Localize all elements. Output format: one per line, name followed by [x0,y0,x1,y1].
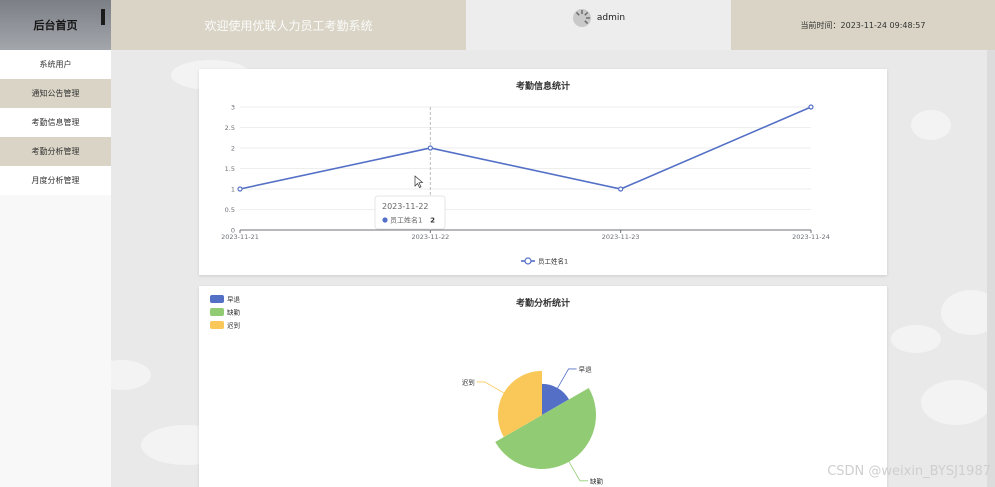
legend-label: 迟到 [227,322,240,330]
data-point [427,145,433,151]
y-tick-label: 3 [231,104,235,112]
sidebar-item-monthly-analysis[interactable]: 月度分析管理 [0,166,111,195]
legend-swatch [210,321,224,329]
time-value: 2023-11-24 09:48:57 [840,20,926,30]
y-tick-label: 0.5 [225,206,235,214]
y-tick-label: 2 [231,145,235,153]
legend-swatch [210,308,224,316]
time-label: 当前时间： [800,20,841,30]
bg-bubble [111,360,151,390]
legend-label: 员工姓名1 [538,257,568,266]
home-link[interactable]: 后台首页 [0,0,111,50]
sidebar-item-label: 通知公告管理 [31,89,80,98]
sidebar-item-label: 考勤信息管理 [31,118,80,127]
x-tick-label: 2023-11-22 [411,233,449,241]
welcome-text: 欢迎使用优联人力员工考勤系统 [204,18,373,33]
slice-label: 缺勤 [590,476,604,485]
brand-title: 后台首页 [33,19,78,32]
data-point [237,186,243,192]
sidebar-item-label: 考勤分析管理 [31,147,80,156]
bg-bubble [921,380,991,425]
welcome-banner: 欢迎使用优联人力员工考勤系统 [111,0,466,50]
tooltip-value: 2 [430,217,435,225]
line-chart[interactable]: 00.511.522.532023-11-21 2023-11-22 2023-11… [199,69,887,275]
slice-label: 早退 [579,364,593,373]
clock: 当前时间： 2023-11-24 09:48:57 [731,0,995,50]
data-point [808,104,814,110]
sidebar-item-attendance-info[interactable]: 考勤信息管理 [0,108,111,137]
legend-label: 早退 [227,295,241,304]
x-tick-label: 2023-11-24 [792,233,830,241]
sidebar-item-label: 月度分析管理 [31,176,80,185]
legend-swatch [210,295,224,303]
data-point [618,186,624,192]
tooltip: 2023-11-22 员工姓名1 2 [374,195,446,230]
y-tick-label: 1.5 [225,165,235,173]
sidebar-item-label: 系统用户 [39,60,72,69]
pie-chart[interactable]: 早退缺勤迟到早退缺勤迟到 [199,286,887,487]
scrollbar[interactable] [987,50,995,487]
slice-label: 迟到 [462,378,475,386]
bg-bubble [911,110,951,140]
sidebar-item-notice[interactable]: 通知公告管理 [0,79,111,108]
legend-label: 缺勤 [227,308,241,317]
bg-bubble [891,325,941,353]
sidebar: 系统用户 通知公告管理 考勤信息管理 考勤分析管理 月度分析管理 [0,50,111,487]
label-line [476,381,508,396]
x-tick-label: 2023-11-23 [602,233,640,241]
sidebar-item-system-users[interactable]: 系统用户 [0,50,111,79]
username: admin [596,13,626,23]
label-line [555,368,577,391]
avatar-icon [572,9,591,27]
tooltip-date: 2023-11-22 [382,202,429,211]
tooltip-series: 员工姓名1 [390,216,422,225]
tooltip-marker [382,217,388,223]
x-tick-label: 2023-11-21 [221,233,259,241]
watermark: CSDN @weixin_BYSJ1987 [827,464,991,479]
mouse-cursor-icon [414,175,424,188]
sidebar-toggle[interactable] [101,9,105,25]
y-tick-label: 2.5 [225,124,235,132]
attendance-analysis-card: 考勤分析统计 早退 缺勤 迟到 早退 缺勤 迟到 [199,286,887,487]
sidebar-item-attendance-analysis[interactable]: 考勤分析管理 [0,137,111,166]
legend-marker [524,257,532,265]
y-tick-label: 1 [231,186,235,194]
attendance-info-card: 考勤信息统计 0 0.5 1 1.5 2 2.5 3 2023-11-21 2023-11-22… [199,69,887,275]
main-content: 考勤信息统计 0 0.5 1 1.5 2 2.5 3 2023-11-21 2023-11-22… [111,50,995,487]
user-panel[interactable]: admin [466,0,731,50]
